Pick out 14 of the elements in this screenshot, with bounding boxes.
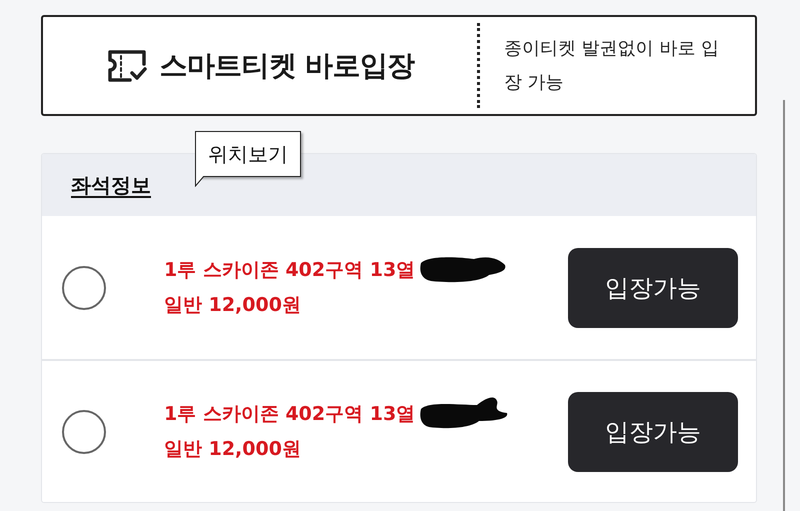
- seat-location: 1루 스카이존 402구역 13열: [164, 258, 416, 283]
- seat-price: 일반 12,000원: [164, 292, 302, 318]
- entry-available-button[interactable]: 입장가능: [568, 392, 738, 472]
- radio-button[interactable]: [62, 266, 106, 310]
- tooltip-tail-icon: [195, 176, 205, 187]
- entry-available-button[interactable]: 입장가능: [568, 248, 738, 328]
- banner-description: 종이티켓 발권없이 바로 입장 가능: [504, 36, 720, 94]
- location-tooltip[interactable]: 위치보기: [195, 131, 301, 177]
- seat-location: 1루 스카이존 402구역 13열: [164, 402, 416, 427]
- banner-title: 스마트티켓 바로입장: [160, 48, 414, 84]
- ticket-check-icon: [106, 48, 148, 84]
- seat-info-heading: 좌석정보: [71, 172, 151, 199]
- seat-price: 일반 12,000원: [164, 436, 302, 462]
- radio-button[interactable]: [62, 410, 106, 454]
